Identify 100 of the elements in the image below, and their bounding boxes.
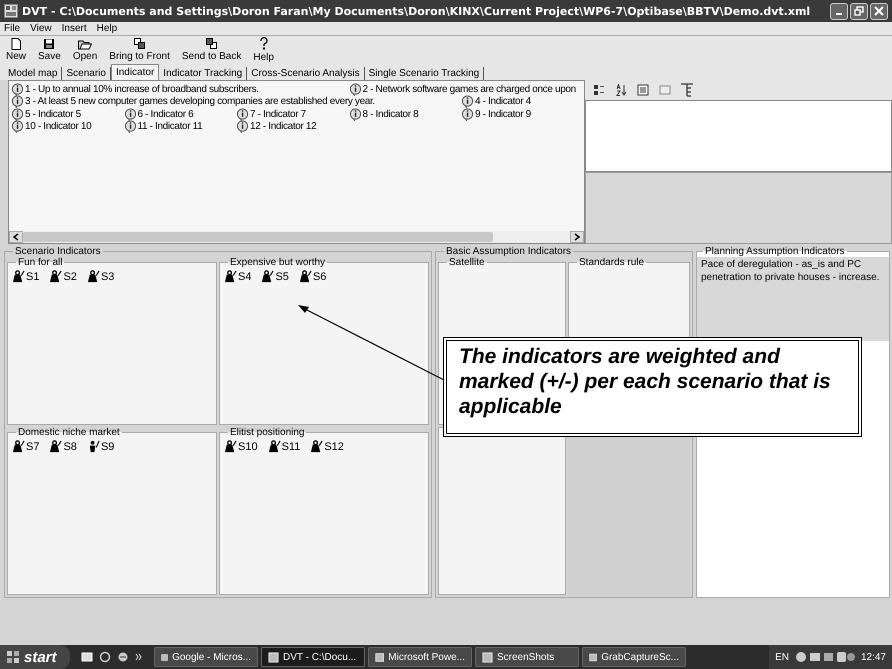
horizontal-scrollbar[interactable] [9, 231, 584, 243]
info-icon [11, 120, 24, 134]
weight-icon [49, 270, 62, 283]
menu-item[interactable]: View [30, 23, 52, 34]
close-icon [874, 6, 884, 16]
weight-icon [261, 270, 274, 283]
scenario-label[interactable]: S10 [238, 440, 258, 452]
indicator-item[interactable]: 2 - Network software games are charged once upon [348, 83, 576, 96]
scenario-label[interactable]: S4 [238, 270, 252, 282]
weight-icon [12, 270, 25, 283]
assumption-text: Pace of deregulation - as_is and PC penetration to private houses - increase. [697, 257, 889, 341]
scenario-label[interactable]: S11 [282, 440, 300, 452]
sort-alphabetical-icon[interactable] [615, 84, 627, 96]
taskbar-button[interactable]: Microsoft Powe... [368, 647, 472, 667]
indicator-item[interactable]: 12 - Indicator 12 [236, 120, 316, 133]
clock: 12:47 [860, 652, 886, 662]
weight-icon [12, 440, 25, 453]
toolbar-button[interactable]: New [6, 38, 26, 62]
categorized-icon[interactable] [593, 84, 605, 96]
indicator-item[interactable]: 3 - At least 5 new computer games developing companies are established every year. [11, 96, 375, 108]
save-icon [43, 38, 56, 50]
info-icon [461, 108, 474, 121]
weight-icon [224, 270, 237, 283]
weight-icon [268, 440, 281, 453]
info-icon [11, 108, 24, 121]
group-title: Domestic niche market [17, 427, 121, 438]
toolbar-button[interactable]: Save [38, 38, 61, 62]
menu-item[interactable]: Insert [62, 23, 87, 34]
tray-icons[interactable] [794, 651, 855, 663]
group-title: Standards rule [578, 257, 646, 268]
panel-title: Scenario Indicators [14, 246, 102, 257]
bring-to-front-icon [134, 38, 146, 50]
toolbar-button[interactable]: Open [72, 38, 98, 62]
windows-logo-icon [6, 650, 20, 664]
app-icon [4, 4, 18, 18]
indicator-item[interactable]: 11 - Indicator 11 [124, 120, 202, 133]
indicator-item[interactable]: 8 - Indicator 8 [348, 108, 418, 120]
close-button[interactable] [870, 2, 888, 20]
property-pages-icon[interactable] [637, 84, 649, 96]
new-file-icon [10, 38, 22, 50]
send-to-back-icon [206, 38, 218, 50]
start-button[interactable]: start [0, 645, 70, 669]
info-icon [236, 120, 249, 134]
tab[interactable]: Indicator [110, 64, 160, 80]
indicator-item[interactable]: 6 - Indicator 6 [124, 108, 194, 120]
scenario-label[interactable]: S8 [63, 440, 77, 452]
scenario-label[interactable]: S5 [275, 270, 289, 282]
minimize-icon [836, 13, 842, 15]
info-icon [124, 120, 136, 134]
info-icon [348, 82, 362, 96]
scenario-label[interactable]: S2 [63, 270, 77, 282]
weight-icon [298, 270, 312, 283]
minimize-button[interactable] [830, 2, 848, 20]
menu-item[interactable]: File [4, 23, 20, 34]
window-icon [482, 652, 493, 662]
restore-button[interactable] [850, 2, 868, 20]
panel-title: Planning Assumption Indicators [704, 246, 846, 257]
info-icon [348, 108, 362, 121]
weight-icon [224, 440, 237, 453]
window-icon[interactable] [659, 84, 671, 96]
group-title: Expensive but worthy [229, 257, 326, 268]
menu-item[interactable]: Help [96, 23, 118, 34]
toolbar-button[interactable]: Help [253, 37, 274, 63]
window-icon [375, 652, 384, 662]
chevron-icon[interactable] [135, 653, 143, 661]
window-icon [268, 652, 279, 662]
scenario-label[interactable]: S12 [324, 440, 344, 452]
indicator-item[interactable]: 10 - Indicator 10 [11, 120, 92, 133]
taskbar-button[interactable]: ScreenShots [475, 647, 579, 667]
indicator-item[interactable]: 7 - Indicator 7 [236, 108, 306, 120]
indicator-item[interactable]: 9 - Indicator 9 [461, 108, 531, 120]
weight-icon [310, 440, 324, 453]
scenario-label[interactable]: S3 [100, 270, 114, 282]
info-icon [236, 108, 249, 121]
indicator-item[interactable]: 4 - Indicator 4 [461, 96, 531, 108]
taskbar-button[interactable]: DVT - C:\Docu... [261, 647, 365, 667]
scenario-label[interactable]: S1 [26, 270, 40, 282]
language-indicator[interactable]: EN [775, 652, 789, 662]
weight-icon [86, 270, 100, 283]
panel-title: Basic Assumption Indicators [445, 246, 572, 257]
desktop-icon[interactable] [81, 651, 93, 663]
scenario-label[interactable]: S7 [26, 440, 40, 452]
indicator-item[interactable]: 5 - Indicator 5 [11, 108, 81, 120]
info-icon [11, 95, 24, 108]
toolbar-button[interactable]: Send to Back [182, 38, 242, 62]
group-title: Elitist positioning [229, 427, 306, 438]
toolbar-button[interactable]: Bring to Front [109, 38, 170, 62]
indicator-item[interactable]: 1 - Up to annual 10% increase of broadband subscribers. [11, 83, 259, 96]
info-icon [124, 108, 136, 121]
scenario-label[interactable]: S6 [312, 270, 326, 282]
scenario-label[interactable]: S9 [100, 440, 114, 452]
tree-icon[interactable] [681, 83, 693, 97]
window-icon [589, 652, 598, 662]
taskbar-button[interactable]: Google - Micros... [154, 647, 258, 667]
folder-icon [78, 38, 92, 50]
taskbar-button[interactable]: GrabCaptureSc... [582, 647, 686, 667]
group-title: Satellite [448, 257, 486, 268]
info-icon [11, 82, 24, 96]
window-icon [161, 652, 168, 662]
callout-text: The indicators are weighted and marked (+/-) per each scenario that is applicable [459, 345, 831, 418]
